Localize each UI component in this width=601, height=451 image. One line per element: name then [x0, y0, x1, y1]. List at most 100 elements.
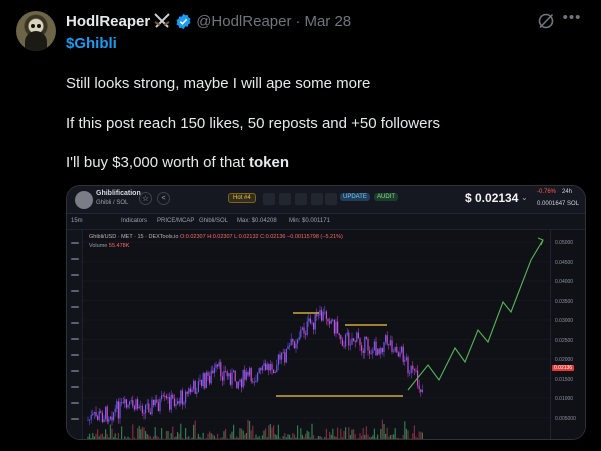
grok-icon[interactable]: [536, 11, 556, 31]
candle-body: [233, 370, 235, 373]
candle-body: [223, 370, 225, 381]
candle-body: [381, 348, 383, 353]
audit-badge: AUDIT: [374, 193, 398, 201]
candle-body: [225, 370, 227, 372]
volume-bar: [191, 437, 193, 439]
candle-body: [231, 372, 233, 385]
candle-body: [418, 385, 420, 390]
candle-body: [338, 333, 340, 336]
volume-bar: [204, 438, 206, 439]
candle-body: [266, 364, 268, 370]
display-name[interactable]: HodlReaper: [66, 13, 150, 30]
volume-bar: [258, 436, 260, 439]
volume-bar: [257, 437, 259, 439]
avatar[interactable]: [16, 11, 56, 51]
volume-bar: [244, 434, 246, 439]
candle-body: [105, 406, 107, 420]
volume-bar: [113, 437, 115, 439]
candle-body: [159, 399, 161, 412]
volume-bar: [109, 424, 111, 439]
post-date[interactable]: Mar 28: [304, 13, 351, 30]
candle-body: [268, 364, 270, 371]
timeframe-label: 15m: [71, 218, 83, 224]
volume-bar: [282, 436, 284, 439]
tool-icon: [71, 386, 79, 388]
candle-body: [87, 419, 89, 421]
candle-body: [258, 368, 260, 373]
tool-icon: [71, 258, 79, 260]
cashtag-link[interactable]: $Ghibli: [66, 35, 117, 52]
chart-screenshot-image[interactable]: Ghiblification Ghibli / SOL ☆ < Hot #4 U…: [66, 185, 586, 440]
price-chart: [83, 237, 550, 439]
candle-body: [193, 380, 195, 390]
more-options-icon[interactable]: •••: [562, 10, 582, 31]
candle-body: [361, 345, 363, 351]
candle-body: [405, 357, 407, 361]
candle-body: [378, 348, 380, 354]
candle-body: [257, 372, 259, 381]
candle-body: [185, 391, 187, 403]
volume-bar: [349, 435, 351, 439]
volume-bar: [418, 431, 420, 439]
volume-bar: [111, 428, 113, 439]
volume-bar: [319, 436, 321, 439]
user-handle[interactable]: @HodlReaper: [196, 13, 291, 30]
candle-body: [332, 319, 334, 321]
candle-body: [247, 372, 249, 376]
volume-bar: [308, 431, 310, 439]
candle-body: [177, 401, 179, 405]
candle-body: [250, 368, 252, 382]
volume-bar: [105, 429, 107, 439]
volume-bar: [401, 438, 403, 439]
tool-icon: [71, 370, 79, 372]
volume-bar: [143, 427, 145, 439]
avatar-hood: [25, 31, 47, 51]
candle-body: [393, 351, 395, 353]
chevron-down-icon: ⌄: [521, 193, 528, 202]
volume-bar: [329, 431, 331, 439]
volume-bar: [316, 438, 318, 439]
volume-bar: [101, 433, 103, 439]
volume-bar: [212, 434, 214, 439]
candle-body: [345, 334, 347, 347]
candle-body: [394, 346, 396, 352]
candle-body: [279, 354, 281, 360]
candle-body: [164, 395, 166, 397]
candle-body: [236, 381, 238, 389]
volume-legend: Volume 55.478K: [89, 243, 129, 249]
tweet-text-line: I'll buy $3,000 worth of that token: [66, 154, 289, 171]
volume-bar: [153, 436, 155, 439]
volume-bar: [325, 428, 327, 439]
volume-bar: [164, 438, 166, 439]
candle-body: [135, 399, 137, 410]
volume-bar: [130, 438, 132, 439]
candle-body: [124, 399, 126, 404]
volume-bar: [289, 434, 291, 439]
volume-bar: [345, 427, 347, 439]
candle-body: [143, 413, 145, 414]
candle-body: [125, 399, 127, 408]
candle-body: [297, 339, 299, 344]
candle-body: [306, 321, 308, 335]
candle-body: [415, 370, 417, 372]
candles: [87, 305, 423, 426]
candle-body: [285, 349, 287, 363]
volume-bar: [263, 430, 265, 439]
chart-grid: [83, 241, 550, 418]
y-tick-label: 0.02500: [555, 337, 574, 344]
volume-bar: [119, 438, 121, 439]
volume-bar: [114, 433, 116, 439]
volume-bar: [93, 436, 95, 439]
candle-body: [98, 411, 100, 420]
volume-bar: [183, 438, 185, 439]
candle-body: [153, 399, 155, 406]
volume-bar: [322, 438, 324, 439]
candle-body: [186, 391, 188, 394]
volume-bar: [188, 436, 190, 439]
volume-bar: [265, 428, 267, 439]
volume-bar: [388, 436, 390, 439]
volume-bar: [125, 438, 127, 439]
volume-bar: [173, 437, 175, 439]
website-icon: [295, 193, 307, 205]
candle-body: [234, 370, 236, 382]
